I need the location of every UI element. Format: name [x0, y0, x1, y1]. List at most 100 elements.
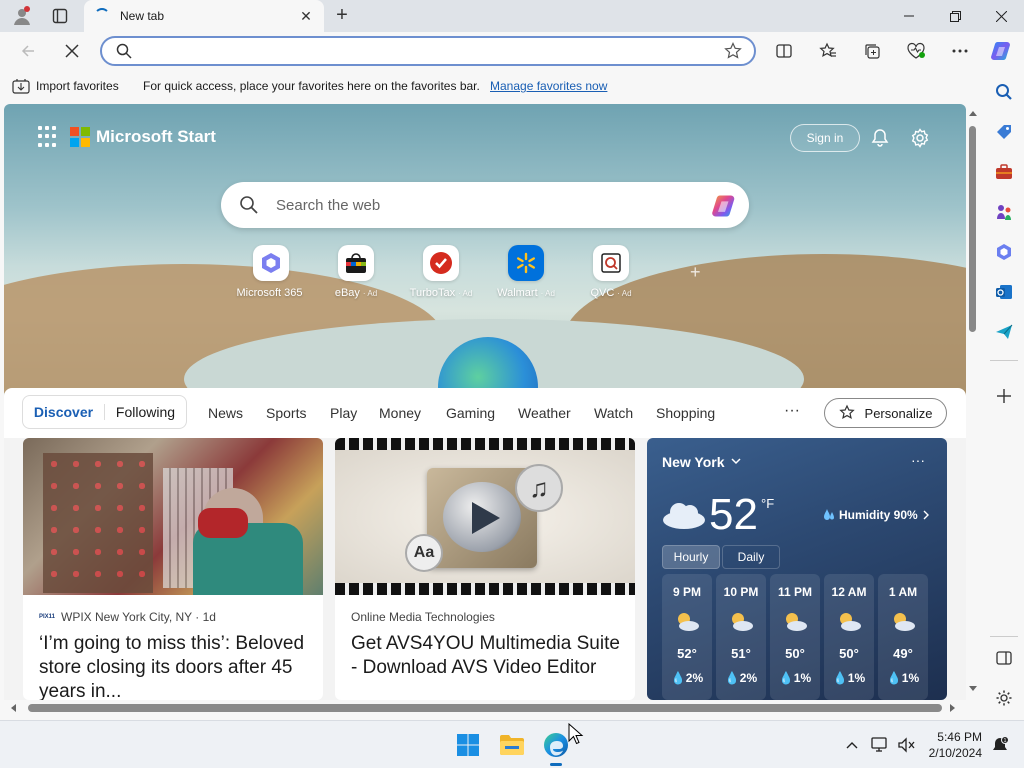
tab-play[interactable]: Play	[330, 405, 357, 421]
edge-sidebar	[984, 70, 1024, 720]
clock-date: 2/10/2024	[928, 746, 982, 760]
restore-button[interactable]	[932, 0, 978, 32]
horizontal-scroll-thumb[interactable]	[28, 704, 942, 712]
tab-gaming[interactable]: Gaming	[446, 405, 495, 421]
profile-icon[interactable]	[10, 4, 34, 28]
collections-icon[interactable]	[858, 37, 886, 65]
web-search-box[interactable]: Search the web	[221, 182, 749, 228]
quicklink-ebay[interactable]: eBay · Ad	[316, 245, 396, 299]
partly-cloudy-night-icon	[786, 613, 807, 631]
system-clock[interactable]: 5:46 PM 2/10/2024	[920, 729, 982, 761]
sidebar-layout-icon[interactable]	[992, 646, 1016, 670]
news-card[interactable]: PIX11 WPIX New York City, NY · 1d ‘I’m g…	[23, 438, 323, 700]
tab-news[interactable]: News	[208, 405, 243, 421]
close-tab-icon[interactable]: ✕	[296, 6, 316, 26]
sidebar-tools-icon[interactable]	[992, 160, 1016, 184]
horizontal-scrollbar[interactable]	[4, 700, 966, 716]
weather-city[interactable]: New York	[662, 454, 741, 470]
tab-money[interactable]: Money	[379, 405, 421, 421]
weather-more-button[interactable]: ···	[911, 452, 925, 468]
ad-tag: · Ad	[540, 289, 555, 298]
tab-hourly[interactable]: Hourly	[662, 545, 720, 569]
feed-navigation: Discover Following News Sports Play Mone…	[4, 388, 966, 438]
sidebar-add-icon[interactable]	[992, 384, 1016, 408]
address-input[interactable]	[142, 42, 702, 60]
toolbar	[0, 32, 1024, 70]
edge-taskbar-icon[interactable]	[542, 731, 570, 766]
notifications-bell-icon[interactable]	[868, 126, 892, 150]
sidebar-shopping-icon[interactable]	[992, 120, 1016, 144]
add-favorite-icon[interactable]	[724, 42, 742, 63]
hourly-forecast-item: 12 AM 50° 💧1%	[824, 574, 874, 700]
humidity[interactable]: Humidity 90%	[823, 508, 930, 522]
start-windows-icon[interactable]	[454, 731, 482, 759]
tab-discover[interactable]: Discover	[23, 404, 104, 420]
sidebar-divider	[990, 636, 1018, 637]
hourly-forecast-item: 11 PM 50° 💧1%	[770, 574, 820, 700]
copilot-icon[interactable]	[988, 37, 1016, 65]
news-title[interactable]: ‘I’m going to miss this’: Beloved store …	[39, 632, 309, 700]
hourly-forecast-item: 1 AM 49° 💧1%	[878, 574, 928, 700]
back-button[interactable]	[14, 37, 42, 65]
new-tab-button[interactable]: +	[330, 4, 354, 28]
address-bar[interactable]	[100, 36, 756, 66]
ad-title[interactable]: Get AVS4YOU Multimedia Suite - Download …	[351, 632, 621, 680]
settings-more-icon[interactable]	[946, 37, 974, 65]
partly-cloudy-night-icon	[678, 613, 699, 631]
sidebar-settings-icon[interactable]	[992, 686, 1016, 710]
minimize-button[interactable]	[886, 0, 932, 32]
copilot-search-icon[interactable]	[711, 192, 739, 220]
tab-shopping[interactable]: Shopping	[656, 405, 715, 421]
vertical-scroll-thumb[interactable]	[969, 126, 976, 332]
quicklink-turbotax[interactable]: TurboTax · Ad	[401, 245, 481, 299]
sidebar-drop-icon[interactable]	[992, 320, 1016, 344]
new-tab-page: Microsoft Start Sign in Search the web M…	[4, 104, 966, 700]
tab-watch[interactable]: Watch	[594, 405, 633, 421]
partly-cloudy-night-icon	[840, 613, 861, 631]
source-text: Online Media Technologies	[351, 610, 495, 624]
personalize-button[interactable]: Personalize	[824, 398, 947, 428]
tab-weather[interactable]: Weather	[518, 405, 571, 421]
tab-sports[interactable]: Sports	[266, 405, 306, 421]
hero-background: Microsoft Start Sign in Search the web M…	[4, 104, 966, 400]
close-window-button[interactable]	[978, 0, 1024, 32]
volume-muted-icon[interactable]	[892, 731, 920, 759]
quicklink-qvc[interactable]: QVC · Ad	[571, 245, 651, 299]
tab-new-tab[interactable]: New tab ✕	[84, 0, 324, 32]
tab-daily[interactable]: Daily	[722, 545, 780, 569]
manage-favorites-link[interactable]: Manage favorites now	[490, 79, 607, 93]
sidebar-search-icon[interactable]	[992, 80, 1016, 104]
web-search-icon	[239, 195, 259, 218]
network-icon[interactable]	[866, 731, 894, 759]
file-explorer-icon[interactable]	[498, 731, 526, 759]
stop-loading-button[interactable]	[58, 37, 86, 65]
show-hidden-icons-chevron-icon[interactable]	[838, 731, 866, 759]
split-screen-icon[interactable]	[770, 37, 798, 65]
sidebar-outlook-icon[interactable]	[992, 280, 1016, 304]
tab-following[interactable]: Following	[104, 404, 186, 420]
quicklink-microsoft-365[interactable]: Microsoft 365	[231, 245, 311, 299]
ad-card[interactable]: ♫ Aa Online Media Technologies Get AVS4Y…	[335, 438, 635, 700]
weather-card[interactable]: New York ··· 52 °F Humidity 90% Hourly D…	[647, 438, 947, 700]
sign-in-button[interactable]: Sign in	[790, 124, 860, 152]
partly-cloudy-night-icon	[732, 613, 753, 631]
app-launcher-icon[interactable]	[38, 126, 60, 148]
ad-source: Online Media Technologies	[351, 610, 495, 624]
hour-temp: 49°	[893, 646, 913, 661]
import-favorites-button[interactable]: Import favorites	[12, 78, 119, 94]
hour-precip: 💧2%	[670, 671, 704, 685]
microsoft-365-icon	[253, 245, 289, 281]
more-tabs-button[interactable]: ···	[784, 402, 800, 420]
add-site-button[interactable]: +	[690, 262, 701, 283]
browser-essentials-icon[interactable]	[902, 37, 930, 65]
pix11-logo-icon: PIX11	[39, 614, 56, 620]
vertical-scrollbar[interactable]	[966, 104, 980, 700]
sidebar-m365-icon[interactable]	[992, 240, 1016, 264]
notification-center-icon[interactable]: 1	[986, 731, 1014, 759]
sidebar-games-icon[interactable]	[992, 200, 1016, 224]
page-settings-gear-icon[interactable]	[908, 126, 932, 150]
tab-actions-icon[interactable]	[48, 4, 72, 28]
favorites-icon[interactable]	[814, 37, 842, 65]
hour-precip: 💧2%	[724, 671, 758, 685]
quicklink-walmart[interactable]: Walmart · Ad	[486, 245, 566, 299]
